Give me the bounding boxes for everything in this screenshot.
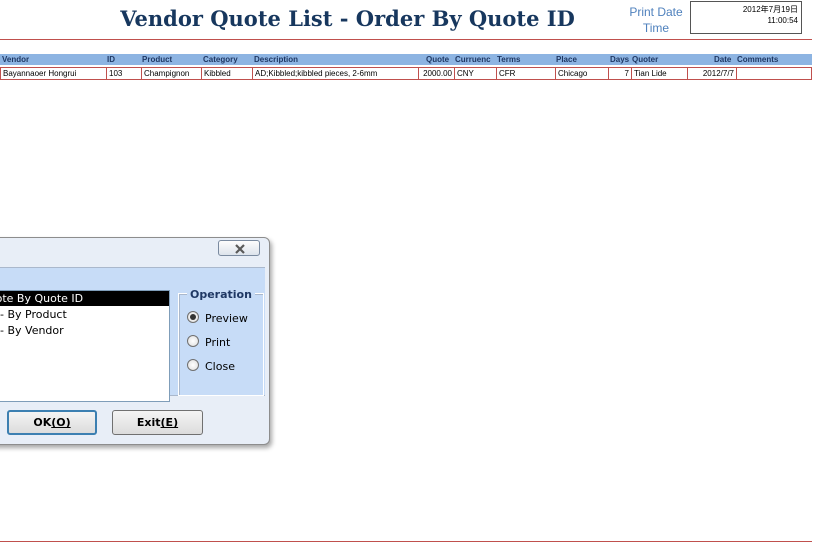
- radio-unchecked-icon: [187, 359, 199, 371]
- list-item[interactable]: - By Vendor: [0, 323, 169, 338]
- ok-button[interactable]: OK(O): [7, 410, 97, 435]
- col-terms: Terms: [497, 55, 521, 64]
- cell-id: 103: [107, 68, 142, 79]
- radio-print-label: Print: [205, 336, 231, 349]
- col-comments: Comments: [737, 55, 779, 64]
- radio-checked-icon: [187, 311, 199, 323]
- ok-button-label: OK: [33, 416, 52, 429]
- cell-place: Chicago: [556, 68, 609, 79]
- col-date: Date: [714, 55, 732, 64]
- col-description: Description: [254, 55, 299, 64]
- cell-quote: 2000.00: [419, 68, 455, 79]
- print-time-value: 11:00:54: [767, 16, 798, 25]
- list-item[interactable]: Quote By Quote ID: [0, 291, 169, 306]
- cell-days: 7: [609, 68, 632, 79]
- cell-vendor: Bayannaoer Hongrui: [1, 68, 107, 79]
- radio-close[interactable]: Close: [187, 359, 235, 373]
- cell-description: AD;Kibbled;kibbled pieces, 2-6mm: [253, 68, 419, 79]
- col-currency: Curruenc: [455, 55, 491, 64]
- time-label: Time: [642, 21, 670, 35]
- col-quoter: Quoter: [632, 55, 659, 64]
- exit-button[interactable]: Exit(E): [112, 410, 203, 435]
- cell-comments: [737, 68, 811, 79]
- radio-preview-label: Preview: [205, 312, 248, 325]
- print-date-box: 2012年7月19日 11:00:54: [690, 1, 802, 34]
- col-category: Category: [203, 55, 238, 64]
- radio-close-label: Close: [205, 360, 235, 373]
- ok-button-accel: (O): [51, 416, 71, 429]
- close-button[interactable]: [218, 240, 260, 256]
- cell-date: 2012/7/7: [688, 68, 737, 79]
- cell-terms: CFR: [497, 68, 556, 79]
- col-place: Place: [556, 55, 577, 64]
- operation-group-label: Operation: [187, 288, 255, 301]
- dialog-client-area: Quote By Quote ID - By Product - By Vend…: [0, 267, 265, 402]
- list-item[interactable]: - By Product: [0, 307, 169, 322]
- report-dialog: Quote By Quote ID - By Product - By Vend…: [0, 237, 270, 445]
- cell-product: Champignon: [142, 68, 202, 79]
- report-title: Vendor Quote List - Order By Quote ID: [120, 6, 575, 31]
- cell-category: Kibbled: [202, 68, 253, 79]
- col-quote: Quote: [426, 55, 450, 64]
- print-date-value: 2012年7月19日: [742, 5, 798, 14]
- cell-currency: CNY: [455, 68, 497, 79]
- print-date-label: Print Date: [629, 5, 683, 19]
- close-icon: [235, 244, 245, 254]
- exit-button-accel: (E): [160, 416, 179, 429]
- radio-preview[interactable]: Preview: [187, 311, 248, 325]
- radio-print[interactable]: Print: [187, 335, 230, 349]
- col-vendor: Vendor: [2, 55, 30, 64]
- exit-button-label: Exit: [136, 416, 161, 429]
- table-row: Bayannaoer Hongrui 103 Champignon Kibble…: [0, 67, 812, 80]
- col-days: Days: [610, 55, 630, 64]
- header-rule: [0, 39, 812, 40]
- col-id: ID: [107, 55, 115, 64]
- table-header: Vendor ID Product Category Description Q…: [0, 54, 812, 65]
- radio-unchecked-icon: [187, 335, 199, 347]
- cell-quoter: Tian Lide: [632, 68, 688, 79]
- footer-rule: [0, 541, 812, 542]
- print-labels: Print Date Time: [622, 4, 690, 36]
- col-product: Product: [142, 55, 173, 64]
- report-type-list[interactable]: Quote By Quote ID - By Product - By Vend…: [0, 290, 170, 402]
